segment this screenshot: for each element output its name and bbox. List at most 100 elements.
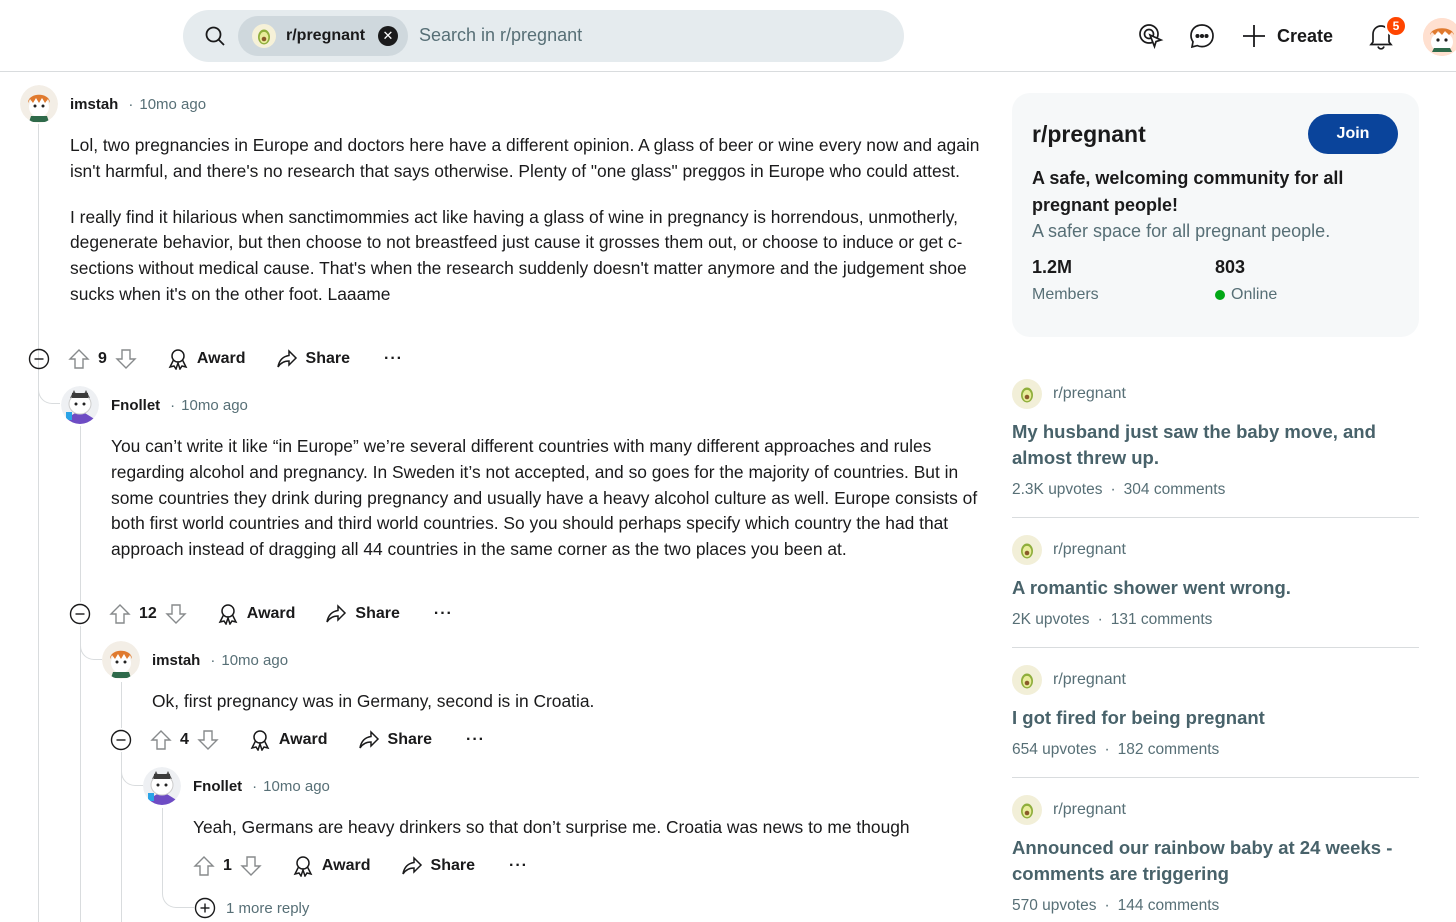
online-stat: 803 Online (1215, 257, 1277, 304)
comment-time[interactable]: 10mo ago (139, 96, 206, 113)
vote-count: 1 (223, 857, 232, 874)
online-label: Online (1231, 286, 1278, 303)
thread-line[interactable] (38, 124, 39, 922)
search-bar[interactable]: r/pregnant ✕ Search in r/pregnant (183, 10, 904, 62)
share-icon (326, 604, 347, 623)
thread-line[interactable] (80, 426, 81, 602)
comment-body: You can’t write it like “in Europe” we’r… (111, 434, 986, 583)
award-button[interactable]: Award (249, 729, 328, 751)
join-button[interactable]: Join (1308, 114, 1398, 154)
top-header: r/pregnant ✕ Search in r/pregnant Create… (0, 0, 1456, 72)
post-upvotes: 2.3K upvotes (1012, 481, 1103, 498)
avocado-icon (1012, 535, 1042, 565)
divider (1012, 647, 1419, 648)
chat-icon[interactable] (1188, 22, 1216, 50)
comment-author[interactable]: imstah (70, 96, 118, 113)
thread-line[interactable] (80, 626, 81, 922)
downvote-icon[interactable] (115, 348, 137, 370)
award-label: Award (196, 350, 246, 367)
thread-line[interactable] (121, 682, 122, 728)
divider (1012, 517, 1419, 518)
collapse-icon[interactable] (110, 729, 132, 751)
award-button[interactable]: Award (217, 603, 296, 625)
comment-meta: imstah · 10mo ago (152, 652, 289, 669)
comment-actions: 4 Award Share ··· (110, 726, 485, 754)
create-button[interactable]: Create (1241, 20, 1333, 52)
vote-group: 12 (109, 603, 187, 625)
award-button[interactable]: Award (167, 348, 246, 370)
more-options-icon[interactable]: ··· (466, 731, 485, 749)
upvote-icon[interactable] (150, 729, 172, 751)
divider (1012, 777, 1419, 778)
comment-author[interactable]: Fnollet (193, 778, 242, 795)
vote-group: 1 (193, 855, 262, 877)
upvote-icon[interactable] (109, 603, 131, 625)
comment-time[interactable]: 10mo ago (181, 397, 248, 414)
comment-time[interactable]: 10mo ago (221, 652, 288, 669)
downvote-icon[interactable] (197, 729, 219, 751)
comment-author[interactable]: imstah (152, 652, 200, 669)
post-subreddit[interactable]: r/pregnant (1053, 671, 1126, 689)
post-title[interactable]: My husband just saw the baby move, and a… (1012, 419, 1419, 471)
related-post[interactable]: r/pregnant I got fired for being pregnan… (1012, 665, 1419, 759)
award-icon (168, 349, 188, 370)
post-subreddit[interactable]: r/pregnant (1053, 801, 1126, 819)
comment-author[interactable]: Fnollet (111, 397, 160, 414)
related-post[interactable]: r/pregnant Announced our rainbow baby at… (1012, 795, 1419, 915)
community-search-chip[interactable]: r/pregnant ✕ (238, 16, 408, 56)
post-comments: 182 comments (1117, 741, 1220, 758)
search-input[interactable]: Search in r/pregnant (419, 25, 582, 46)
post-title[interactable]: Announced our rainbow baby at 24 weeks -… (1012, 835, 1419, 887)
share-button[interactable]: Share (325, 603, 400, 625)
downvote-icon[interactable] (240, 855, 262, 877)
comment-time[interactable]: 10mo ago (263, 778, 330, 795)
share-label: Share (305, 350, 350, 367)
post-comments: 144 comments (1117, 897, 1220, 914)
more-replies-button[interactable]: 1 more reply (194, 897, 309, 919)
collapse-icon[interactable] (28, 348, 50, 370)
more-options-icon[interactable]: ··· (434, 605, 453, 623)
share-icon (358, 730, 379, 749)
avocado-icon (1012, 379, 1042, 409)
comment-paragraph: Lol, two pregnancies in Europe and docto… (70, 135, 980, 181)
avatar[interactable] (20, 85, 58, 123)
avatar[interactable] (143, 767, 181, 805)
more-options-icon[interactable]: ··· (509, 857, 528, 875)
more-options-icon[interactable]: ··· (384, 350, 403, 368)
post-subreddit[interactable]: r/pregnant (1053, 385, 1126, 403)
avatar[interactable] (61, 386, 99, 424)
comment-actions: 12 Award Share ··· (69, 600, 453, 628)
related-post[interactable]: r/pregnant A romantic shower went wrong.… (1012, 535, 1419, 629)
thread-connector (121, 760, 143, 786)
upvote-icon[interactable] (68, 348, 90, 370)
upvote-icon[interactable] (193, 855, 215, 877)
downvote-icon[interactable] (165, 603, 187, 625)
post-upvotes: 2K upvotes (1012, 611, 1090, 628)
clear-chip-icon[interactable]: ✕ (378, 26, 398, 46)
award-button[interactable]: Award (292, 855, 371, 877)
share-button[interactable]: Share (276, 348, 350, 370)
community-name[interactable]: r/pregnant (1032, 121, 1146, 148)
advertise-icon[interactable] (1137, 22, 1165, 50)
online-count: 803 (1215, 257, 1246, 277)
post-title[interactable]: A romantic shower went wrong. (1012, 575, 1419, 601)
comment-paragraph: You can’t write it like “in Europe” we’r… (111, 436, 978, 560)
avatar[interactable] (102, 641, 140, 679)
avocado-icon (252, 24, 276, 48)
share-label: Share (430, 857, 475, 874)
share-button[interactable]: Share (401, 855, 475, 877)
post-subreddit[interactable]: r/pregnant (1053, 541, 1126, 559)
thread-connector (80, 634, 102, 660)
share-icon (401, 856, 422, 875)
share-button[interactable]: Share (358, 729, 432, 751)
avocado-icon (1012, 795, 1042, 825)
award-label: Award (246, 605, 296, 622)
comment-paragraph: I really find it hilarious when sanctimo… (70, 206, 967, 304)
collapse-icon[interactable] (69, 603, 91, 625)
related-post[interactable]: r/pregnant My husband just saw the baby … (1012, 379, 1419, 499)
award-label: Award (278, 731, 328, 748)
user-avatar[interactable] (1423, 18, 1456, 56)
post-title[interactable]: I got fired for being pregnant (1012, 705, 1419, 731)
create-label: Create (1277, 25, 1334, 46)
comment-paragraph: Yeah, Germans are heavy drinkers so that… (193, 817, 910, 837)
